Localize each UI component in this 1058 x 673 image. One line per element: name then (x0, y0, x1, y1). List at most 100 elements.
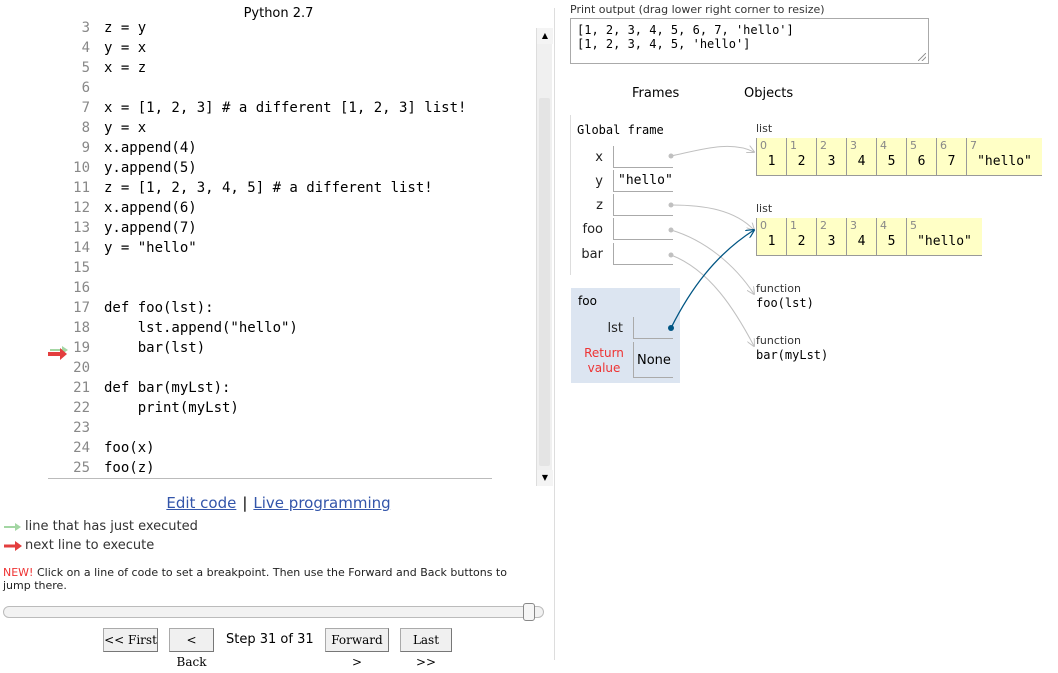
list-cell: 67 (936, 138, 966, 176)
list-cell: 45 (876, 218, 906, 256)
var-name: x (595, 150, 603, 165)
list-cell: 7 "hello" (966, 138, 1042, 176)
last-button[interactable]: Last >> (400, 628, 452, 669)
print-output-caption: Print output (drag lower right corner to… (570, 3, 825, 16)
edit-code-link[interactable]: Edit code (166, 494, 236, 512)
scroll-up-icon[interactable]: ▲ (537, 28, 553, 44)
code-line-current[interactable]: 19 bar(lst) (48, 338, 205, 358)
frames-header: Frames (632, 86, 680, 101)
green-arrow-icon (4, 522, 21, 531)
global-frame: Global frame x y "hello" z foo bar (570, 115, 680, 275)
list-cell: 5 "hello" (906, 218, 982, 256)
code-line[interactable]: 16 (48, 278, 104, 298)
function-label: function (756, 282, 801, 295)
print-output-box[interactable]: [1, 2, 3, 4, 5, 6, 7, 'hello'] [1, 2, 3,… (570, 18, 929, 64)
back-button[interactable]: < Back (169, 628, 214, 669)
forward-button[interactable]: Forward > (325, 628, 389, 669)
step-slider[interactable] (3, 603, 544, 621)
code-line[interactable]: 4y = x (48, 38, 147, 58)
next-line-arrow-icon (48, 348, 67, 360)
code-line[interactable]: 15 (48, 258, 104, 278)
code-line[interactable]: 5x = z (48, 58, 147, 78)
return-value-label: Return value (584, 346, 624, 375)
pane-divider (554, 8, 555, 660)
function-object-foo: function foo(lst) (756, 282, 814, 310)
breakpoint-text: Click on a line of code to set a breakpo… (3, 566, 507, 592)
code-pane: Python 2.7 3z = y 4y = x 5x = z 6 7x = [… (0, 0, 555, 673)
legend-executed: line that has just executed (4, 519, 198, 534)
list-object: 01 12 23 34 45 56 67 7 "hello" (756, 138, 1042, 176)
code-line[interactable]: 10 y.append(5) (48, 158, 197, 178)
code-line[interactable]: 13 y.append(7) (48, 218, 197, 238)
function-signature: bar(myLst) (756, 348, 829, 362)
list-cell: 12 (786, 218, 816, 256)
global-frame-title: Global frame (577, 123, 664, 137)
list-cell: 01 (756, 218, 786, 256)
var-value-y: "hello" (613, 170, 673, 192)
first-button[interactable]: << First (103, 628, 158, 652)
foo-frame-title: foo (578, 294, 597, 308)
scroll-down-icon[interactable]: ▼ (537, 470, 553, 486)
pointer-bar (670, 254, 754, 346)
return-value: None (633, 342, 673, 378)
code-line[interactable]: 11 z = [1, 2, 3, 4, 5] # a different list… (48, 178, 433, 198)
var-value-x (613, 146, 673, 168)
code-line[interactable]: 25 foo(z) (48, 458, 154, 478)
code-line[interactable]: 21 def bar(myLst): (48, 378, 230, 398)
legend-executed-label: line that has just executed (25, 519, 198, 534)
pointer-lst (670, 230, 754, 329)
code-line[interactable]: 12 x.append(6) (48, 198, 197, 218)
edit-links: Edit code | Live programming (0, 494, 557, 512)
var-name: z (596, 198, 603, 213)
pointer-x (670, 146, 754, 157)
new-tag: NEW! (3, 566, 34, 579)
code-line[interactable]: 3z = y (48, 18, 147, 38)
code-line[interactable]: 6 (48, 78, 104, 98)
code-line[interactable]: 23 (48, 418, 104, 438)
code-listing: 3z = y 4y = x 5x = z 6 7x = [1, 2, 3] # … (48, 18, 536, 480)
code-line[interactable]: 20 (48, 358, 104, 378)
resize-grip-icon[interactable] (918, 53, 926, 61)
code-line[interactable]: 24 foo(x) (48, 438, 154, 458)
breakpoint-note: NEW! Click on a line of code to set a br… (3, 566, 533, 592)
var-name: foo (582, 222, 603, 237)
var-value-bar (613, 243, 673, 265)
list-cell: 12 (786, 138, 816, 176)
legend-next-label: next line to execute (25, 538, 155, 553)
var-row-y: y "hello" (571, 170, 681, 194)
function-object-bar: function bar(myLst) (756, 334, 828, 362)
var-name: y (595, 174, 603, 189)
function-signature: foo(lst) (756, 296, 814, 310)
var-value-lst (633, 317, 673, 339)
code-line[interactable]: 8y = x (48, 118, 147, 138)
pointer-z (670, 204, 754, 230)
code-line[interactable]: 14 y = "hello" (48, 238, 197, 258)
link-separator: | (242, 494, 248, 512)
var-row-z: z (571, 194, 681, 218)
var-row-bar: bar (571, 243, 681, 267)
print-output-line: [1, 2, 3, 4, 5, 6, 7, 'hello'] (577, 23, 794, 37)
var-row-lst: lst (571, 317, 681, 341)
code-line[interactable]: 18 lst.append("hello") (48, 318, 298, 338)
step-counter: Step 31 of 31 (226, 632, 314, 647)
legend-next: next line to execute (4, 538, 154, 553)
code-scrollbar[interactable]: ▲ ▼ (536, 28, 553, 486)
var-name: bar (581, 247, 603, 262)
scrollbar-thumb[interactable] (539, 98, 550, 466)
var-row-foo: foo (571, 218, 681, 242)
code-line[interactable]: 22 print(myLst) (48, 398, 239, 418)
var-value-z (613, 194, 673, 216)
code-line[interactable]: 9 x.append(4) (48, 138, 197, 158)
pointer-foo (670, 229, 754, 294)
function-label: function (756, 334, 801, 347)
list-cell: 23 (816, 138, 846, 176)
list-cell: 45 (876, 138, 906, 176)
list-object: 01 12 23 34 45 5 "hello" (756, 218, 982, 256)
list-cell: 01 (756, 138, 786, 176)
foo-frame: foo lst Return value None (571, 288, 680, 383)
code-line[interactable]: 7x = [1, 2, 3] # a different [1, 2, 3] l… (48, 98, 467, 118)
var-row-x: x (571, 146, 681, 170)
live-programming-link[interactable]: Live programming (253, 494, 390, 512)
slider-handle[interactable] (523, 603, 535, 621)
code-line[interactable]: 17 def foo(lst): (48, 298, 213, 318)
